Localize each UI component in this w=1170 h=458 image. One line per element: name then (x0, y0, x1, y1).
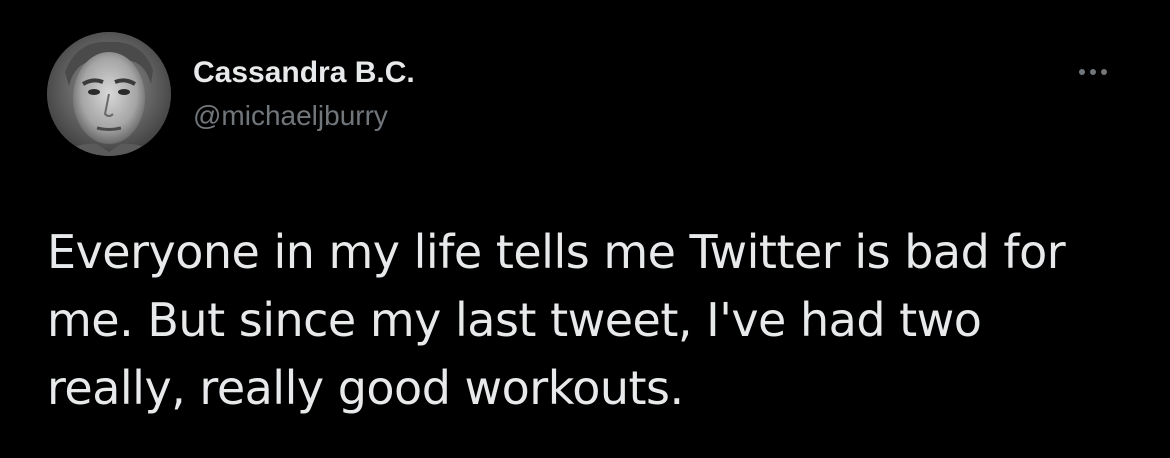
more-horizontal-icon (1101, 69, 1107, 75)
author-handle[interactable]: @michaeljburry (193, 99, 388, 133)
tweet-text-line: really, really good workouts. (47, 361, 684, 415)
more-horizontal-icon (1090, 69, 1096, 75)
profile-photo-icon (47, 32, 171, 156)
tweet-text-line: me. But since my last tweet, I've had tw… (47, 293, 982, 347)
author-display-name[interactable]: Cassandra B.C. (193, 55, 415, 91)
more-horizontal-icon (1079, 69, 1085, 75)
more-options-button[interactable] (1066, 58, 1120, 86)
tweet-card: Cassandra B.C. @michaeljburry Everyone i… (0, 0, 1170, 458)
tweet-text-line: Everyone in my life tells me Twitter is … (47, 225, 1066, 279)
avatar[interactable] (47, 32, 171, 156)
tweet-text: Everyone in my life tells me Twitter is … (47, 218, 1137, 422)
